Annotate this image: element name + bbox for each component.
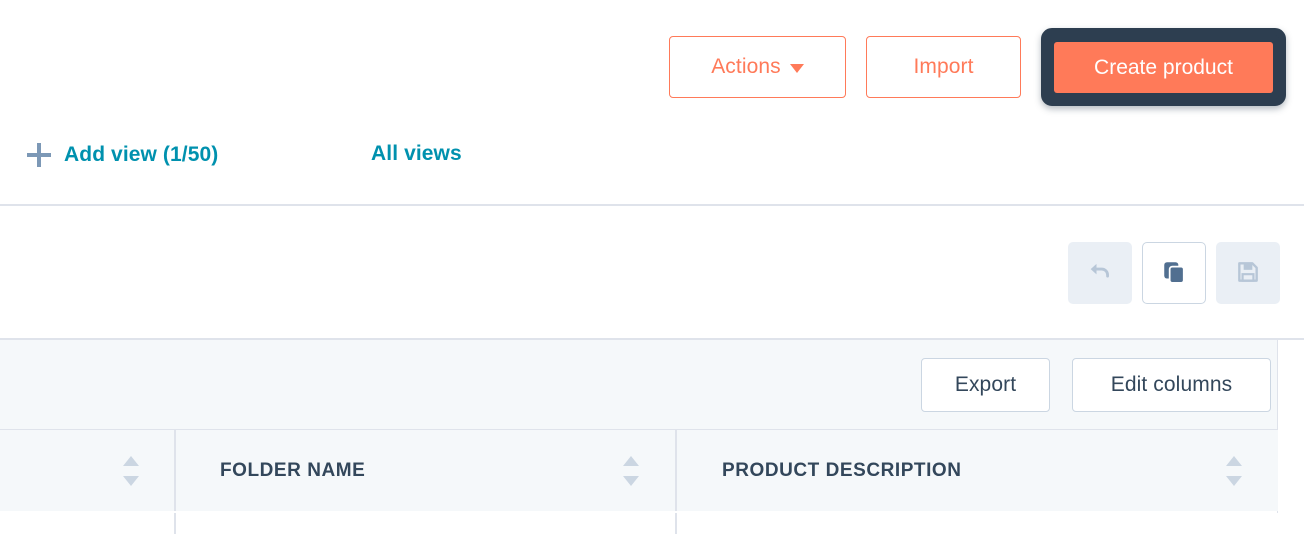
import-button-label: Import: [913, 55, 974, 78]
table-column-header-folder-name[interactable]: FOLDER NAME: [176, 430, 677, 511]
plus-icon: [26, 142, 52, 168]
table-toolbar: Export Edit columns: [0, 340, 1278, 430]
copy-button[interactable]: [1142, 242, 1206, 304]
actions-button[interactable]: Actions: [669, 36, 846, 98]
column-header-label: PRODUCT DESCRIPTION: [722, 459, 962, 481]
sort-ascending-icon: [623, 455, 639, 466]
sort-toggle-icon[interactable]: [1226, 455, 1242, 486]
table-header-row: FOLDER NAME PRODUCT DESCRIPTION: [0, 430, 1278, 511]
undo-button[interactable]: [1068, 242, 1132, 304]
cell-divider: [675, 513, 677, 534]
export-button[interactable]: Export: [921, 358, 1050, 412]
sort-descending-icon: [123, 475, 139, 486]
table-column-header-product-description[interactable]: PRODUCT DESCRIPTION: [677, 430, 1278, 511]
edit-columns-button-label: Edit columns: [1110, 373, 1233, 396]
copy-icon: [1161, 259, 1187, 288]
edit-columns-button[interactable]: Edit columns: [1072, 358, 1271, 412]
chevron-down-icon: [789, 64, 804, 73]
create-product-button[interactable]: Create product: [1054, 42, 1273, 93]
sort-ascending-icon: [1226, 455, 1242, 466]
sort-descending-icon: [623, 475, 639, 486]
actions-button-label: Actions: [711, 55, 781, 78]
products-table: FOLDER NAME PRODUCT DESCRIPTION: [0, 430, 1278, 534]
sort-descending-icon: [1226, 475, 1242, 486]
save-button[interactable]: [1216, 242, 1280, 304]
all-views-button[interactable]: All views: [371, 142, 462, 166]
cell-divider: [174, 513, 176, 534]
editor-icon-toolbar: [0, 206, 1304, 340]
column-header-label: FOLDER NAME: [220, 459, 366, 481]
undo-icon: [1086, 258, 1114, 289]
export-button-label: Export: [954, 373, 1017, 396]
sort-toggle-icon[interactable]: [623, 455, 639, 486]
table-row[interactable]: [0, 513, 1278, 534]
add-view-button[interactable]: Add view (1/50): [26, 142, 218, 168]
add-view-label: Add view (1/50): [64, 143, 219, 166]
all-views-label: All views: [371, 142, 462, 165]
sort-ascending-icon: [123, 455, 139, 466]
save-icon: [1235, 259, 1261, 288]
create-product-button-label: Create product: [1094, 55, 1233, 79]
sort-toggle-icon[interactable]: [123, 455, 139, 486]
table-column-header-unnamed[interactable]: [0, 430, 176, 511]
import-button[interactable]: Import: [866, 36, 1021, 98]
views-row: Add view (1/50) All views: [0, 118, 1304, 206]
top-action-bar: Actions Import Create product: [0, 0, 1304, 118]
